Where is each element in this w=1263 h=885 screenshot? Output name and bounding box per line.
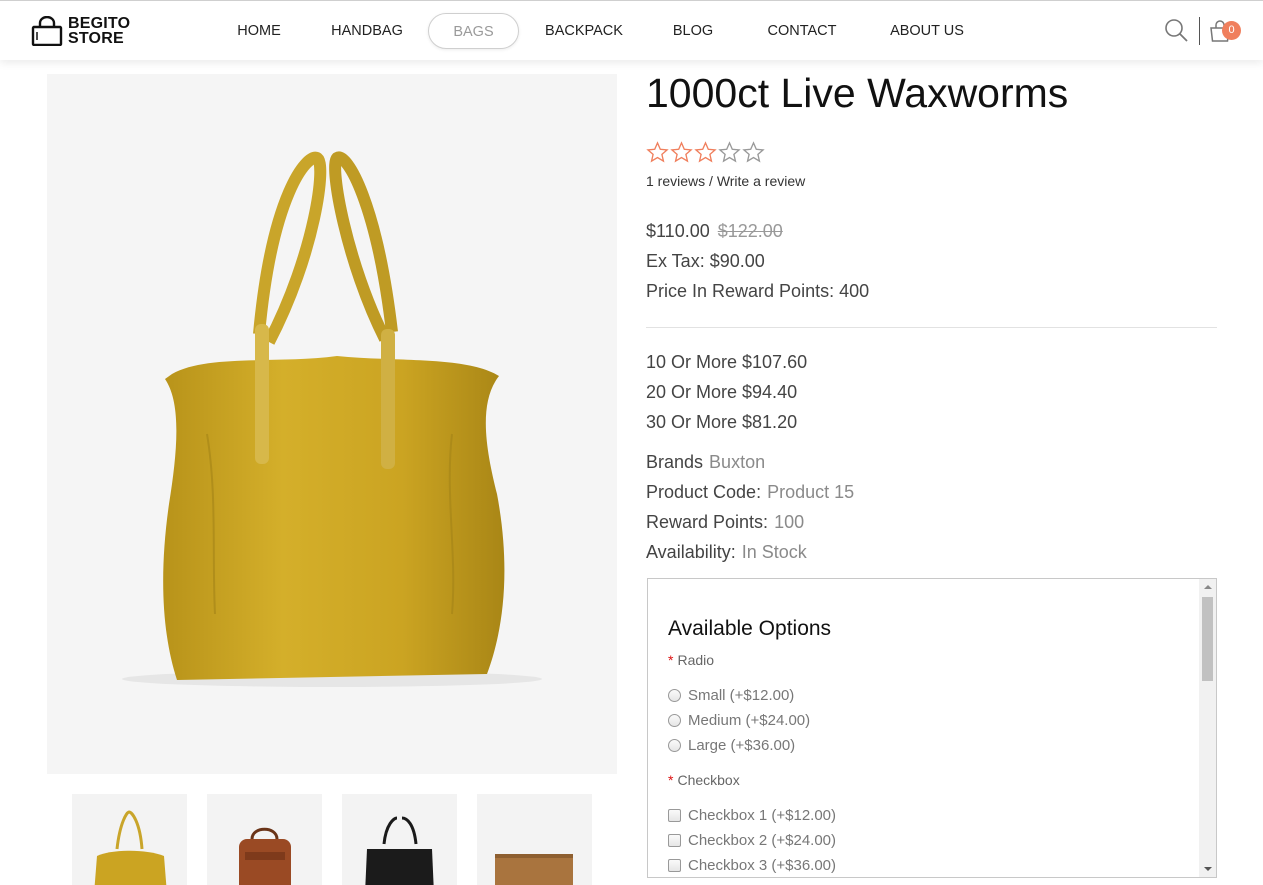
scrollbar-thumb[interactable] <box>1202 597 1213 681</box>
store-name-line2: STORE <box>68 30 124 47</box>
checkbox-option-2[interactable]: Checkbox 2 (+$24.00) <box>668 830 836 850</box>
checkbox-option-1[interactable]: Checkbox 1 (+$12.00) <box>668 805 836 825</box>
checkbox[interactable] <box>668 858 681 872</box>
checkbox-option-label: Checkbox 1 (+$12.00) <box>688 806 837 824</box>
header-divider <box>1199 17 1200 45</box>
radio-option-label: Medium (+$24.00) <box>688 711 811 729</box>
radio-option-label: Large (+$36.00) <box>688 736 796 754</box>
rating-stars <box>646 141 765 165</box>
spec-product-code: Product Code: Product 15 <box>646 482 854 503</box>
thumbnail-yellow-tote[interactable] <box>72 794 187 885</box>
ex-tax-price: Ex Tax: $90.00 <box>646 251 765 271</box>
checkbox-group-label: * Checkbox <box>668 772 740 788</box>
product-price: $110.00 <box>646 221 710 241</box>
reward-points-price: Price In Reward Points: 400 <box>646 281 870 301</box>
nav-about-us[interactable]: ABOUT US <box>882 13 972 49</box>
spec-brand-value[interactable]: Buxton <box>709 452 765 472</box>
star-filled-icon <box>646 141 669 163</box>
radio-option-small[interactable]: Small (+$12.00) <box>668 685 794 705</box>
reviews-count-link[interactable]: 1 reviews <box>646 173 705 189</box>
thumbnail-tan-clutch[interactable] <box>477 794 592 885</box>
nav-handbag[interactable]: HANDBAG <box>322 13 412 49</box>
nav-blog[interactable]: BLOG <box>663 13 723 49</box>
brown-backpack-thumb-image <box>239 827 291 885</box>
nav-bags[interactable]: BAGS <box>428 13 519 49</box>
spec-availability-label: Availability: <box>646 542 736 562</box>
store-name: BEGITO STORE <box>68 15 131 47</box>
options-scrollbar[interactable] <box>1199 579 1216 877</box>
yellow-tote-thumb-image <box>94 810 167 885</box>
required-mark: * <box>668 652 674 668</box>
spec-brand: Brands Buxton <box>646 452 765 473</box>
cart-count-badge[interactable]: 0 <box>1222 21 1241 40</box>
required-mark: * <box>668 772 674 788</box>
nav-contact[interactable]: CONTACT <box>757 13 847 49</box>
spec-product-code-value: Product 15 <box>767 482 855 502</box>
checkbox[interactable] <box>668 833 681 847</box>
radio-label-text: Radio <box>677 652 715 668</box>
store-name-line1: BEGITO <box>68 15 131 32</box>
product-old-price: $122.00 <box>717 221 783 241</box>
yellow-tote-bag-image <box>122 151 542 687</box>
checkbox[interactable] <box>668 808 681 822</box>
nav-backpack[interactable]: BACKPACK <box>534 13 634 49</box>
discount-tier-2: 20 Or More $94.40 <box>646 382 798 402</box>
tan-clutch-thumb-image <box>495 854 573 885</box>
scroll-down-arrow-icon[interactable] <box>1199 860 1216 877</box>
radio-group-label: * Radio <box>668 652 714 668</box>
options-title: Available Options <box>668 617 832 640</box>
radio-option-medium[interactable]: Medium (+$24.00) <box>668 710 810 730</box>
checkbox-label-text: Checkbox <box>677 772 740 788</box>
star-empty-icon <box>718 141 741 163</box>
thumbnail-brown-backpack[interactable] <box>207 794 322 885</box>
checkbox-option-label: Checkbox 3 (+$36.00) <box>688 856 837 874</box>
nav-home[interactable]: HOME <box>224 13 294 49</box>
write-review-link[interactable]: Write a review <box>717 173 805 189</box>
price-line: $110.00 $122.00 <box>646 221 783 242</box>
radio-button[interactable] <box>668 713 681 727</box>
thumbnail-black-tote[interactable] <box>342 794 457 885</box>
reviews-line: 1 reviews / Write a review <box>646 173 805 189</box>
product-main-image[interactable] <box>47 74 617 774</box>
price-divider <box>646 327 1217 328</box>
spec-reward-points-value: 100 <box>774 512 805 532</box>
checkbox-option-3[interactable]: Checkbox 3 (+$36.00) <box>668 855 836 875</box>
spec-reward-points-label: Reward Points: <box>646 512 769 532</box>
store-logo[interactable]: BEGITO STORE <box>31 15 130 47</box>
radio-option-label: Small (+$12.00) <box>688 686 795 704</box>
spec-reward-points: Reward Points: 100 <box>646 512 804 533</box>
star-filled-icon <box>694 141 717 163</box>
available-options-panel[interactable]: Available Options * Radio Small (+$12.00)… <box>647 578 1217 878</box>
radio-button[interactable] <box>668 688 681 702</box>
discount-tier-1: 10 Or More $107.60 <box>646 352 808 372</box>
checkbox-option-label: Checkbox 2 (+$24.00) <box>688 831 837 849</box>
scroll-up-arrow-icon[interactable] <box>1199 579 1216 596</box>
search-icon[interactable] <box>1163 17 1189 43</box>
shopping-bag-logo-icon <box>31 16 63 46</box>
reviews-separator: / <box>705 173 717 189</box>
star-filled-icon <box>670 141 693 163</box>
spec-brand-label: Brands <box>646 452 704 472</box>
spec-product-code-label: Product Code: <box>646 482 762 502</box>
radio-button[interactable] <box>668 738 681 752</box>
product-title: 1000ct Live Waxworms <box>646 70 1069 116</box>
discount-tier-3: 30 Or More $81.20 <box>646 412 798 432</box>
spec-availability-value: In Stock <box>741 542 807 562</box>
site-header: BEGITO STORE HOME HANDBAG BAGS BACKPACK … <box>0 0 1263 60</box>
star-empty-icon <box>742 141 765 163</box>
radio-option-large[interactable]: Large (+$36.00) <box>668 735 795 755</box>
spec-availability: Availability: In Stock <box>646 542 807 563</box>
black-tote-thumb-image <box>365 816 434 885</box>
